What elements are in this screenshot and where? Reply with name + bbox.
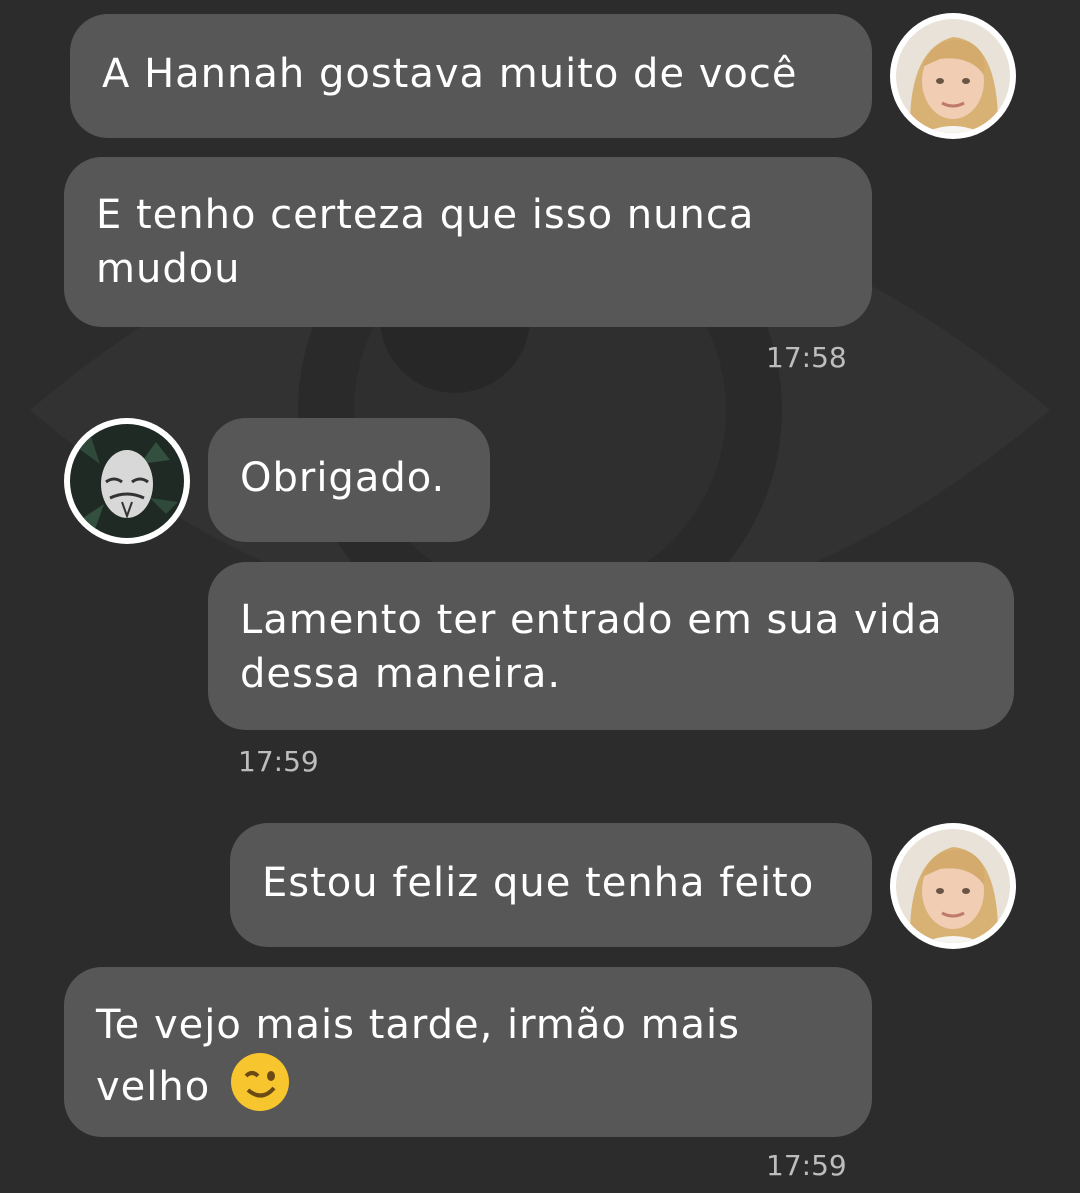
message-text: Obrigado. <box>240 455 446 501</box>
avatar-hannah[interactable] <box>890 823 1016 949</box>
wink-emoji-icon <box>230 1052 290 1126</box>
avatar-hannah[interactable] <box>890 13 1016 139</box>
avatar-anonymous[interactable] <box>64 418 190 544</box>
message-text: Te vejo mais tarde, irmão mais velho <box>96 1002 741 1110</box>
girl-portrait-icon <box>896 19 1010 133</box>
message-bubble-outgoing[interactable]: Lamento ter entrado em sua vida dessa ma… <box>208 562 1014 730</box>
message-bubble-incoming[interactable]: Te vejo mais tarde, irmão mais velho <box>64 967 872 1137</box>
message-text: Lamento ter entrado em sua vida dessa ma… <box>240 597 943 697</box>
message-text: Estou feliz que tenha feito <box>262 860 815 906</box>
timestamp: 17:59 <box>238 745 319 778</box>
timestamp: 17:59 <box>766 1149 847 1182</box>
mask-portrait-icon <box>70 424 184 538</box>
girl-portrait-icon <box>896 829 1010 943</box>
message-text: A Hannah gostava muito de você <box>102 51 798 97</box>
timestamp: 17:58 <box>766 341 847 374</box>
message-bubble-outgoing[interactable]: Obrigado. <box>208 418 490 542</box>
message-bubble-incoming[interactable]: Estou feliz que tenha feito <box>230 823 872 947</box>
message-text: E tenho certeza que isso nunca mudou <box>96 192 755 292</box>
message-bubble-incoming[interactable]: A Hannah gostava muito de você <box>70 14 872 138</box>
message-bubble-incoming[interactable]: E tenho certeza que isso nunca mudou <box>64 157 872 327</box>
